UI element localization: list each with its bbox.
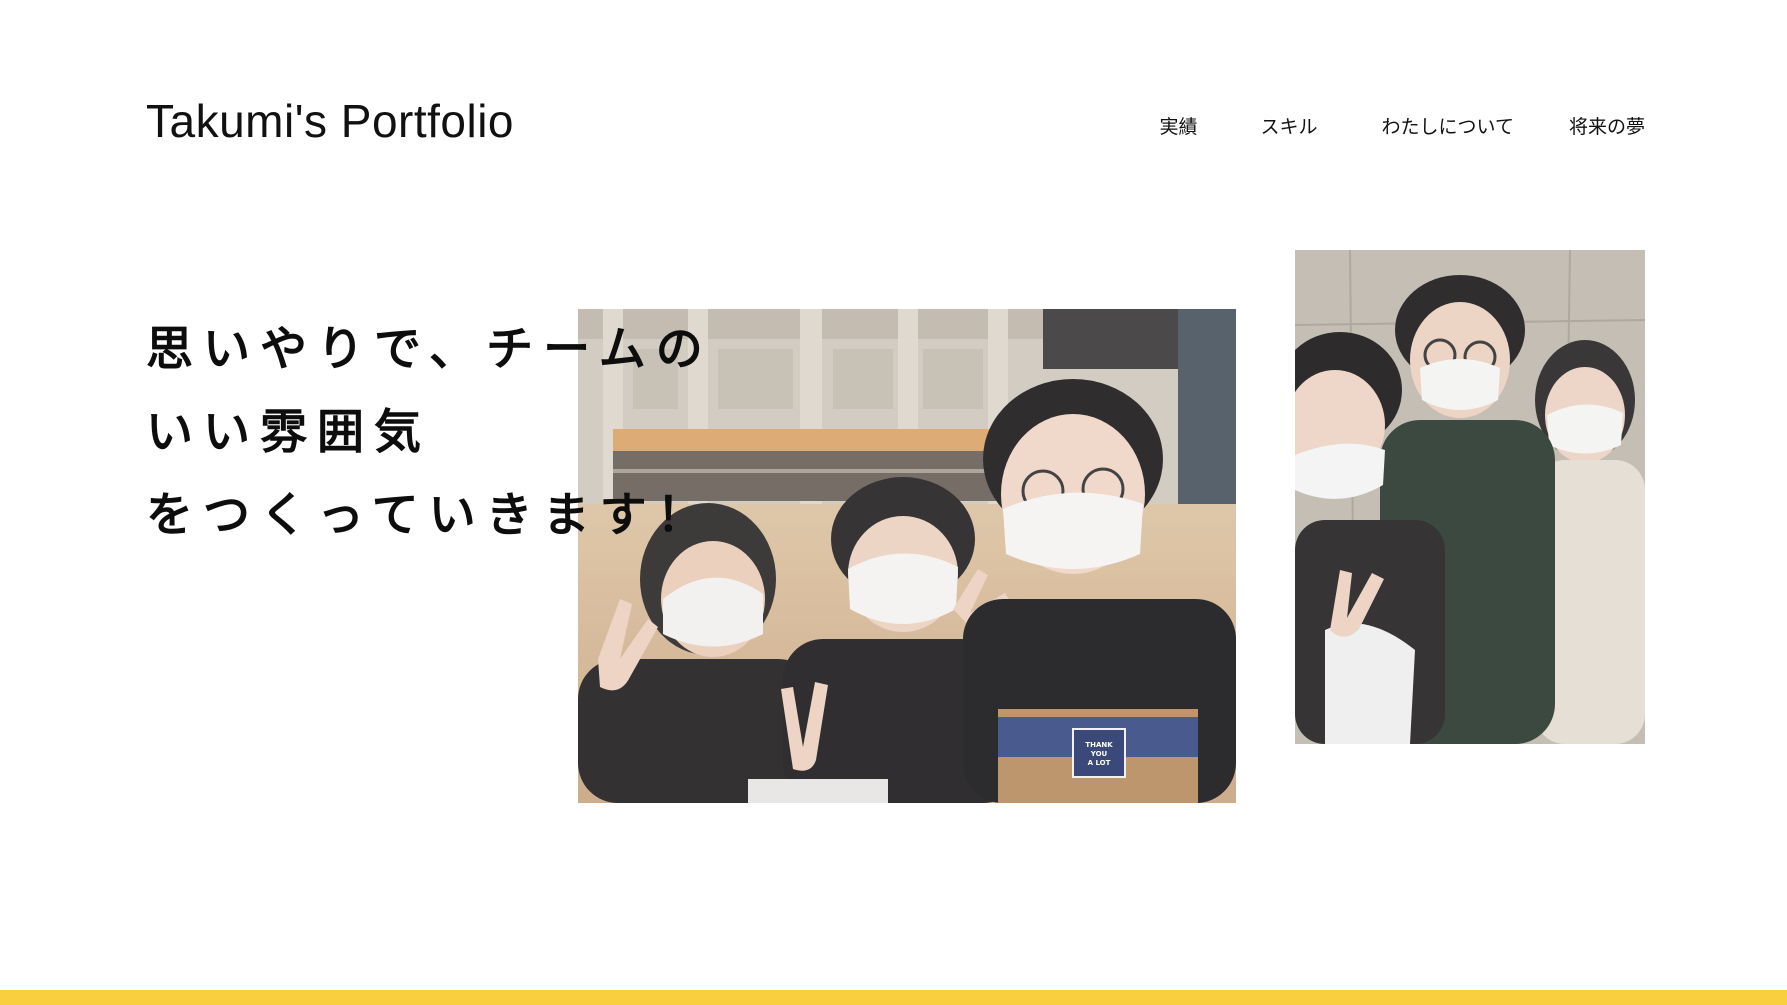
hero-headline-line-1: 思いやりで、チームの: [146, 322, 713, 377]
hero-headline-line-2: いい雰囲気: [146, 405, 431, 460]
hero-photo-side-illustration: [1295, 250, 1645, 744]
nav-item-skills[interactable]: スキル: [1261, 112, 1318, 139]
nav-item-about-me[interactable]: わたしについて: [1382, 112, 1514, 139]
main-nav: 実績 スキル わたしについて 将来の夢: [1160, 112, 1645, 139]
site-title[interactable]: Takumi's Portfolio: [146, 94, 514, 148]
hero-headline: 思いやりで、チームの いい雰囲気 をつくっていきます！: [146, 308, 714, 557]
nav-item-future-dream[interactable]: 将来の夢: [1569, 112, 1645, 139]
hero-headline-line-3: をつくっていきます！: [146, 488, 714, 543]
footer-accent-bar: [0, 990, 1787, 1005]
portfolio-page: Takumi's Portfolio 実績 スキル わたしについて 将来の夢 T…: [0, 0, 1787, 1005]
hero-photo-side: [1295, 250, 1645, 744]
nav-item-achievements[interactable]: 実績: [1160, 112, 1198, 139]
